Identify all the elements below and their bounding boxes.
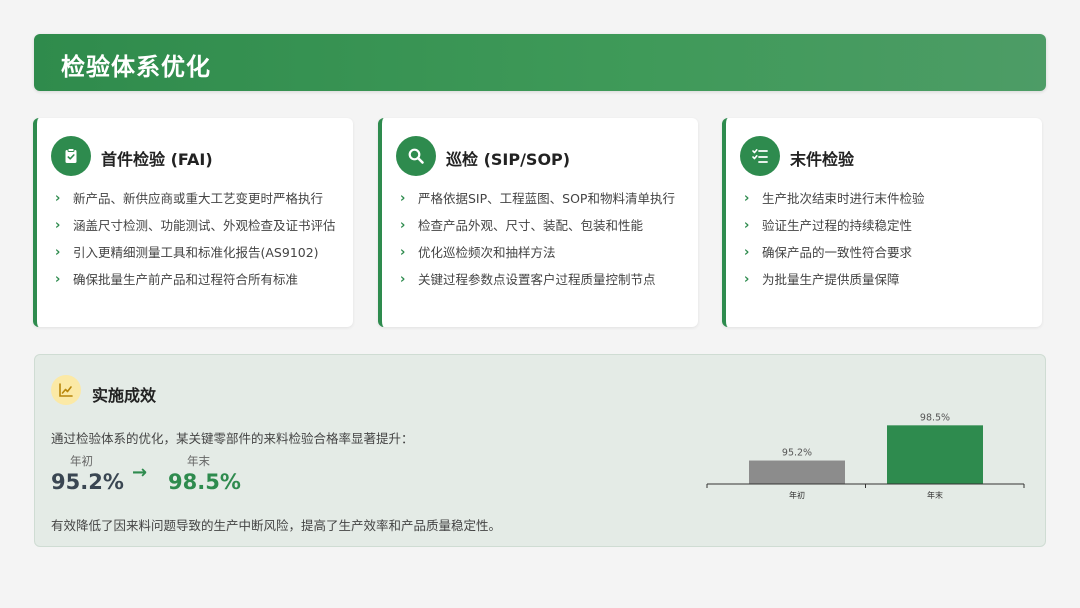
list-item: › 引入更精细测量工具和标准化报告(AS9102)	[55, 243, 347, 263]
list-item: › 严格依据SIP、工程蓝图、SOP和物料清单执行	[400, 189, 692, 209]
chevron-right-icon: ›	[744, 218, 750, 233]
card-list: › 严格依据SIP、工程蓝图、SOP和物料清单执行 › 检查产品外观、尺寸、装配、包…	[400, 189, 692, 297]
chevron-right-icon: ›	[400, 272, 406, 287]
chart-data-label: 98.5%	[920, 412, 950, 423]
chevron-right-icon: ›	[744, 191, 750, 206]
list-item: › 关键过程参数点设置客户过程质量控制节点	[400, 270, 692, 290]
after-value: 98.5%	[168, 470, 241, 494]
page-header: 检验体系优化	[34, 34, 1046, 91]
trend-chart-icon	[51, 375, 81, 405]
list-item: › 确保批量生产前产品和过程符合所有标准	[55, 270, 347, 290]
results-outro: 有效降低了因来料问题导致的生产中断风险，提高了生产效率和产品质量稳定性。	[51, 518, 502, 533]
chart-tick-label: 年末	[927, 490, 943, 500]
card-title: 首件检验 (FAI)	[101, 150, 213, 169]
checklist-icon	[740, 136, 780, 176]
results-intro: 通过检验体系的优化，某关键零部件的来料检验合格率显著提升：	[51, 431, 414, 446]
chevron-right-icon: ›	[55, 218, 61, 233]
card-final: 末件检验 › 生产批次结束时进行末件检验 › 验证生产过程的持续稳定性 › 确保产品的…	[722, 118, 1042, 327]
chart-bar	[749, 460, 845, 484]
list-item: › 检查产品外观、尺寸、装配、包装和性能	[400, 216, 692, 236]
after-label: 年末	[187, 454, 210, 468]
before-label: 年初	[70, 454, 93, 468]
chart-tick-label: 年初	[789, 490, 805, 500]
chevron-right-icon: ›	[400, 218, 406, 233]
search-icon	[396, 136, 436, 176]
page-title: 检验体系优化	[61, 53, 211, 81]
list-item: › 生产批次结束时进行末件检验	[744, 189, 1036, 209]
card-title: 巡检 (SIP/SOP)	[446, 150, 571, 169]
list-item: › 优化巡检频次和抽样方法	[400, 243, 692, 263]
chart-bar	[887, 425, 983, 484]
list-item: › 新产品、新供应商或重大工艺变更时严格执行	[55, 189, 347, 209]
bar-chart: 95.2% 年初 98.5% 年末	[706, 412, 1025, 500]
card-fai: 首件检验 (FAI) › 新产品、新供应商或重大工艺变更时严格执行 › 涵盖尺寸检测…	[33, 118, 353, 327]
before-value: 95.2%	[51, 470, 124, 494]
list-item: › 验证生产过程的持续稳定性	[744, 216, 1036, 236]
chevron-right-icon: ›	[400, 191, 406, 206]
results-panel: 实施成效 通过检验体系的优化，某关键零部件的来料检验合格率显著提升： 年初 95…	[34, 354, 1046, 547]
chevron-right-icon: ›	[744, 245, 750, 260]
chevron-right-icon: ›	[55, 245, 61, 260]
chevron-right-icon: ›	[55, 272, 61, 287]
card-patrol: 巡检 (SIP/SOP) › 严格依据SIP、工程蓝图、SOP和物料清单执行 › 检…	[378, 118, 698, 327]
list-item: › 涵盖尺寸检测、功能测试、外观检查及证书评估	[55, 216, 347, 236]
list-item: › 确保产品的一致性符合要求	[744, 243, 1036, 263]
chevron-right-icon: ›	[400, 245, 406, 260]
clipboard-check-icon	[51, 136, 91, 176]
card-title: 末件检验	[790, 150, 855, 169]
chart-data-label: 95.2%	[782, 448, 812, 459]
list-item: › 为批量生产提供质量保障	[744, 270, 1036, 290]
card-list: › 新产品、新供应商或重大工艺变更时严格执行 › 涵盖尺寸检测、功能测试、外观检查及…	[55, 189, 347, 297]
results-title: 实施成效	[92, 386, 157, 405]
card-list: › 生产批次结束时进行末件检验 › 验证生产过程的持续稳定性 › 确保产品的一致性符合…	[744, 189, 1036, 297]
arrow-right-icon: →	[132, 462, 148, 483]
chevron-right-icon: ›	[744, 272, 750, 287]
chevron-right-icon: ›	[55, 191, 61, 206]
